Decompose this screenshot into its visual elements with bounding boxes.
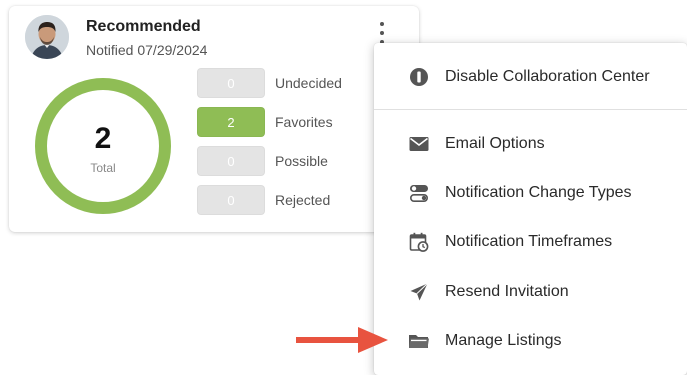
recommended-card: Recommended Notified 07/29/2024 2 Total … — [9, 6, 419, 232]
disable-icon — [408, 66, 430, 88]
favorites-count-pill[interactable]: 2 — [197, 107, 265, 137]
folder-open-icon — [408, 330, 430, 352]
undecided-label: Undecided — [275, 75, 342, 91]
stat-row-possible[interactable]: 0 Possible — [197, 146, 328, 176]
avatar-image — [25, 15, 69, 59]
rejected-label: Rejected — [275, 192, 331, 208]
menu-item-email-options[interactable]: Email Options — [374, 124, 687, 164]
menu-item-label: Email Options — [445, 135, 545, 152]
notified-date: Notified 07/29/2024 — [86, 42, 208, 58]
kebab-dot — [380, 31, 384, 35]
menu-item-label: Notification Timeframes — [445, 233, 613, 250]
possible-count-pill[interactable]: 0 — [197, 146, 265, 176]
menu-item-label: Notification Change Types — [445, 184, 632, 201]
total-label: Total — [90, 161, 116, 175]
rejected-count-pill[interactable]: 0 — [197, 185, 265, 215]
stat-row-rejected[interactable]: 0 Rejected — [197, 185, 330, 215]
toggle-icon — [408, 182, 430, 204]
menu-item-resend-invitation[interactable]: Resend Invitation — [374, 272, 687, 312]
menu-item-notification-timeframes[interactable]: Notification Timeframes — [374, 222, 687, 262]
menu-item-label: Manage Listings — [445, 332, 562, 349]
menu-divider — [374, 109, 687, 110]
envelope-icon — [408, 133, 430, 155]
menu-item-disable-collaboration-center[interactable]: Disable Collaboration Center — [374, 57, 687, 97]
annotation-arrow-icon — [296, 327, 388, 353]
possible-label: Possible — [275, 153, 328, 169]
more-options-icon[interactable] — [375, 22, 389, 44]
calendar-clock-icon — [408, 231, 430, 253]
send-icon — [408, 281, 430, 303]
stat-row-favorites[interactable]: 2 Favorites — [197, 107, 333, 137]
avatar — [25, 15, 69, 59]
menu-item-manage-listings[interactable]: Manage Listings — [374, 321, 687, 361]
card-title: Recommended — [86, 18, 201, 35]
menu-item-label: Disable Collaboration Center — [445, 68, 650, 85]
menu-item-label: Resend Invitation — [445, 283, 569, 300]
menu-item-notification-change-types[interactable]: Notification Change Types — [374, 173, 687, 213]
stage: Recommended Notified 07/29/2024 2 Total … — [0, 0, 687, 375]
stat-row-undecided[interactable]: 0 Undecided — [197, 68, 342, 98]
kebab-dot — [380, 22, 384, 26]
total-count: 2 — [94, 122, 112, 155]
options-menu: Disable Collaboration Center Email Optio… — [374, 43, 687, 375]
undecided-count-pill[interactable]: 0 — [197, 68, 265, 98]
favorites-label: Favorites — [275, 114, 333, 130]
